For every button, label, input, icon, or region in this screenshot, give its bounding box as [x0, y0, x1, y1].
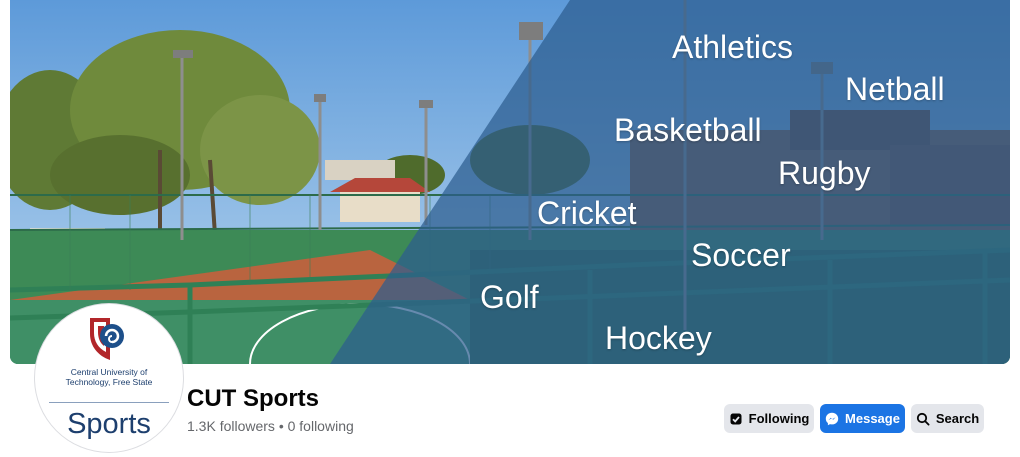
university-name: Central University of Technology, Free S…	[39, 367, 179, 387]
search-icon	[916, 412, 930, 426]
cut-logo-icon	[90, 318, 124, 360]
university-name-line: Central University of	[70, 367, 148, 377]
page-title[interactable]: CUT Sports	[187, 385, 319, 413]
messenger-icon	[825, 412, 839, 425]
cover-sport-label: Golf	[480, 279, 539, 315]
cover-photo[interactable]: Athletics Netball Basketball Rugby Crick…	[10, 0, 1010, 364]
cover-sport-label: Athletics	[672, 29, 793, 65]
university-name-line: Technology, Free State	[65, 377, 153, 387]
profile-avatar[interactable]: Central University of Technology, Free S…	[35, 304, 183, 452]
cover-sport-label: Rugby	[778, 155, 871, 191]
follower-stats[interactable]: 1.3K followers • 0 following	[187, 417, 354, 435]
cover-sport-label: Netball	[845, 71, 945, 107]
search-label: Search	[935, 411, 980, 426]
following-button[interactable]: Following	[724, 404, 814, 433]
avatar-divider	[49, 402, 169, 403]
following-icon	[730, 413, 742, 424]
cover-sport-label: Soccer	[691, 237, 791, 273]
cover-sport-label: Basketball	[614, 112, 762, 148]
avatar-label: Sports	[67, 408, 151, 440]
message-label: Message	[845, 411, 900, 426]
message-button[interactable]: Message	[820, 404, 905, 433]
search-button[interactable]: Search	[911, 404, 984, 433]
following-label: Following	[748, 411, 810, 426]
cover-sport-label: Cricket	[537, 195, 637, 231]
cover-sport-label: Hockey	[605, 320, 712, 356]
